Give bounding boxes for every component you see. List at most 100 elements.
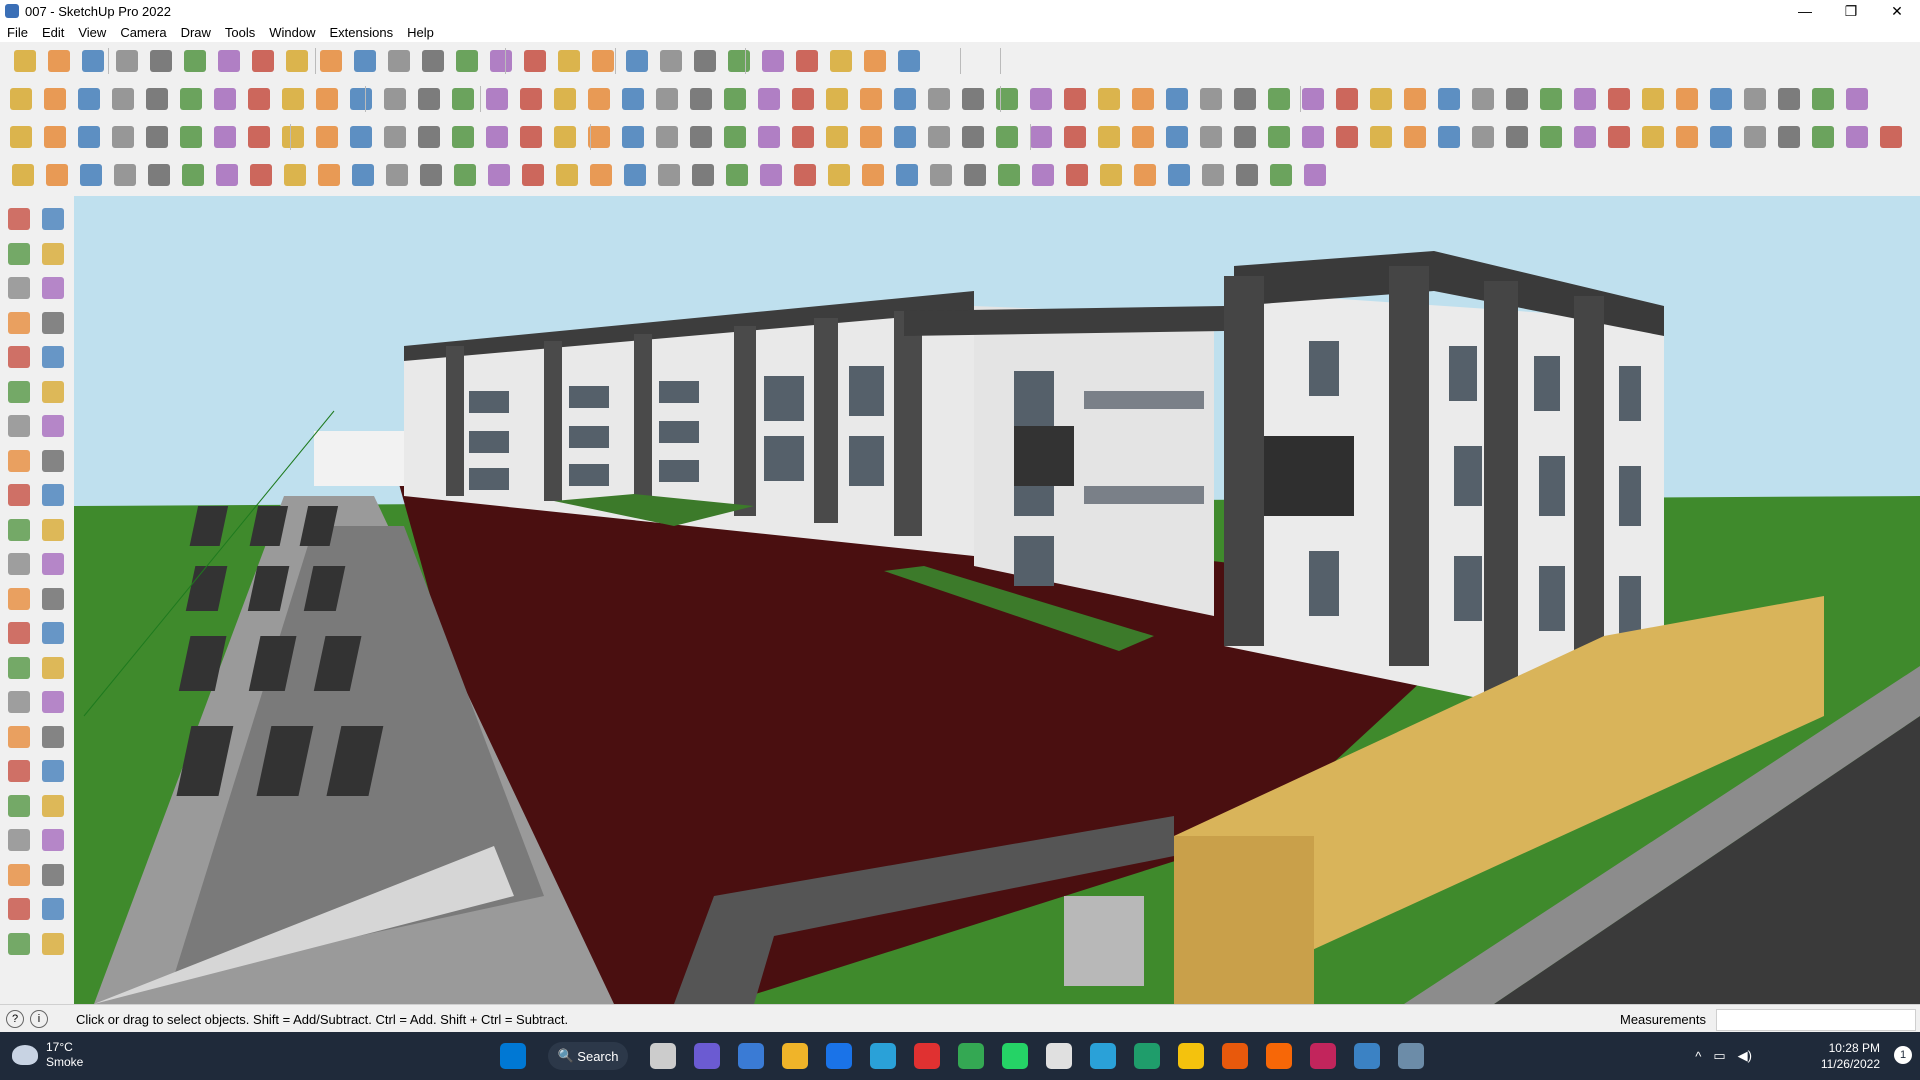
tb3-tool-icon[interactable] (316, 126, 338, 148)
tb4-tool-icon[interactable] (794, 164, 816, 186)
tb4-tool-icon[interactable] (318, 164, 340, 186)
taskbar-app-icon[interactable] (782, 1043, 808, 1069)
tb4-tool-icon[interactable] (80, 164, 102, 186)
tb2-tool-icon[interactable] (826, 88, 848, 110)
tb2-tool-icon[interactable] (180, 88, 202, 110)
tb3-tool-icon[interactable] (350, 126, 372, 148)
tb3-tool-icon[interactable] (826, 126, 848, 148)
tb4-tool-icon[interactable] (862, 164, 884, 186)
tb2-tool-icon[interactable] (1234, 88, 1256, 110)
left-tool-icon[interactable] (42, 277, 64, 299)
tb2-tool-icon[interactable] (1676, 88, 1698, 110)
tb2-tool-icon[interactable] (44, 88, 66, 110)
left-tool-icon[interactable] (42, 346, 64, 368)
tb2-tool-icon[interactable] (452, 88, 474, 110)
tb4-tool-icon[interactable] (114, 164, 136, 186)
tb3-tool-icon[interactable] (1472, 126, 1494, 148)
tb4-tool-icon[interactable] (760, 164, 782, 186)
left-tool-icon[interactable] (8, 242, 30, 265)
left-tool-icon[interactable] (8, 311, 30, 334)
tb1-tool-icon[interactable] (456, 50, 478, 72)
tb4-tool-icon[interactable] (488, 164, 510, 186)
tb3-tool-icon[interactable] (690, 126, 712, 148)
left-tool-icon[interactable] (8, 725, 30, 748)
tb2-tool-icon[interactable] (622, 88, 644, 110)
tb2-tool-icon[interactable] (724, 88, 746, 110)
tb4-tool-icon[interactable] (1032, 164, 1054, 186)
left-tool-icon[interactable] (42, 725, 64, 748)
tb3-tool-icon[interactable] (1166, 126, 1188, 148)
left-tool-icon[interactable] (42, 415, 64, 437)
tb1-tool-icon[interactable] (626, 50, 648, 72)
windows-start-icon[interactable] (500, 1043, 526, 1069)
tb3-tool-icon[interactable] (1064, 126, 1086, 148)
left-tool-icon[interactable] (8, 794, 30, 817)
network-icon[interactable]: ▭ (1713, 1048, 1725, 1064)
tb4-tool-icon[interactable] (216, 164, 238, 186)
tb2-tool-icon[interactable] (1302, 88, 1324, 110)
weather-widget[interactable]: 17°C Smoke (12, 1040, 83, 1070)
tb2-tool-icon[interactable] (486, 88, 508, 110)
tb2-tool-icon[interactable] (1472, 88, 1494, 110)
tb1-tool-icon[interactable] (184, 50, 206, 72)
tb3-tool-icon[interactable] (996, 126, 1018, 148)
tb2-tool-icon[interactable] (554, 88, 576, 110)
left-tool-icon[interactable] (8, 863, 30, 886)
tb3-tool-icon[interactable] (1642, 126, 1664, 148)
tb1-tool-icon[interactable] (830, 50, 852, 72)
tb3-tool-icon[interactable] (1336, 126, 1358, 148)
menu-help[interactable]: Help (400, 25, 441, 40)
tb4-tool-icon[interactable] (998, 164, 1020, 186)
left-tool-icon[interactable] (42, 208, 64, 230)
tb4-tool-icon[interactable] (964, 164, 986, 186)
tb1-tool-icon[interactable] (354, 50, 376, 72)
maximize-button[interactable]: ❐ (1828, 0, 1874, 22)
left-tool-icon[interactable] (8, 518, 30, 541)
tb3-tool-icon[interactable] (10, 126, 32, 148)
tb2-tool-icon[interactable] (350, 88, 372, 110)
tb1-tool-icon[interactable] (388, 50, 410, 72)
menu-edit[interactable]: Edit (35, 25, 71, 40)
tb2-tool-icon[interactable] (282, 88, 304, 110)
tb3-tool-icon[interactable] (214, 126, 236, 148)
left-tool-icon[interactable] (42, 691, 64, 713)
tb1-tool-icon[interactable] (422, 50, 444, 72)
menu-extensions[interactable]: Extensions (323, 25, 401, 40)
taskbar-app-icon[interactable] (738, 1043, 764, 1069)
tb1-tool-icon[interactable] (592, 50, 614, 72)
tb3-tool-icon[interactable] (1540, 126, 1562, 148)
taskbar-app-icon[interactable] (870, 1043, 896, 1069)
tb2-tool-icon[interactable] (418, 88, 440, 110)
tb2-tool-icon[interactable] (1812, 88, 1834, 110)
menu-file[interactable]: File (0, 25, 35, 40)
left-tool-icon[interactable] (42, 863, 64, 886)
tb3-tool-icon[interactable] (1506, 126, 1528, 148)
notification-badge[interactable]: 1 (1894, 1046, 1912, 1064)
tb2-tool-icon[interactable] (1744, 88, 1766, 110)
menu-tools[interactable]: Tools (218, 25, 262, 40)
taskbar-app-icon[interactable] (914, 1043, 940, 1069)
tb3-tool-icon[interactable] (78, 126, 100, 148)
tb3-tool-icon[interactable] (894, 126, 916, 148)
tb2-tool-icon[interactable] (1438, 88, 1460, 110)
tb3-tool-icon[interactable] (1370, 126, 1392, 148)
tb4-tool-icon[interactable] (352, 164, 374, 186)
left-tool-icon[interactable] (42, 242, 64, 265)
tb3-tool-icon[interactable] (282, 126, 304, 148)
minimize-button[interactable]: — (1782, 0, 1828, 22)
tb4-tool-icon[interactable] (930, 164, 952, 186)
tb2-tool-icon[interactable] (1846, 88, 1868, 110)
left-tool-icon[interactable] (8, 449, 30, 472)
tb2-tool-icon[interactable] (1574, 88, 1596, 110)
left-tool-icon[interactable] (8, 656, 30, 679)
tb2-tool-icon[interactable] (384, 88, 406, 110)
tb2-tool-icon[interactable] (860, 88, 882, 110)
tb4-tool-icon[interactable] (12, 164, 34, 186)
taskbar-search[interactable]: 🔍 Search (548, 1042, 628, 1070)
tb1-tool-icon[interactable] (48, 50, 70, 72)
tb1-tool-icon[interactable] (218, 50, 240, 72)
left-tool-icon[interactable] (8, 208, 30, 230)
left-tool-icon[interactable] (8, 898, 30, 920)
tb2-tool-icon[interactable] (1200, 88, 1222, 110)
tb2-tool-icon[interactable] (1710, 88, 1732, 110)
